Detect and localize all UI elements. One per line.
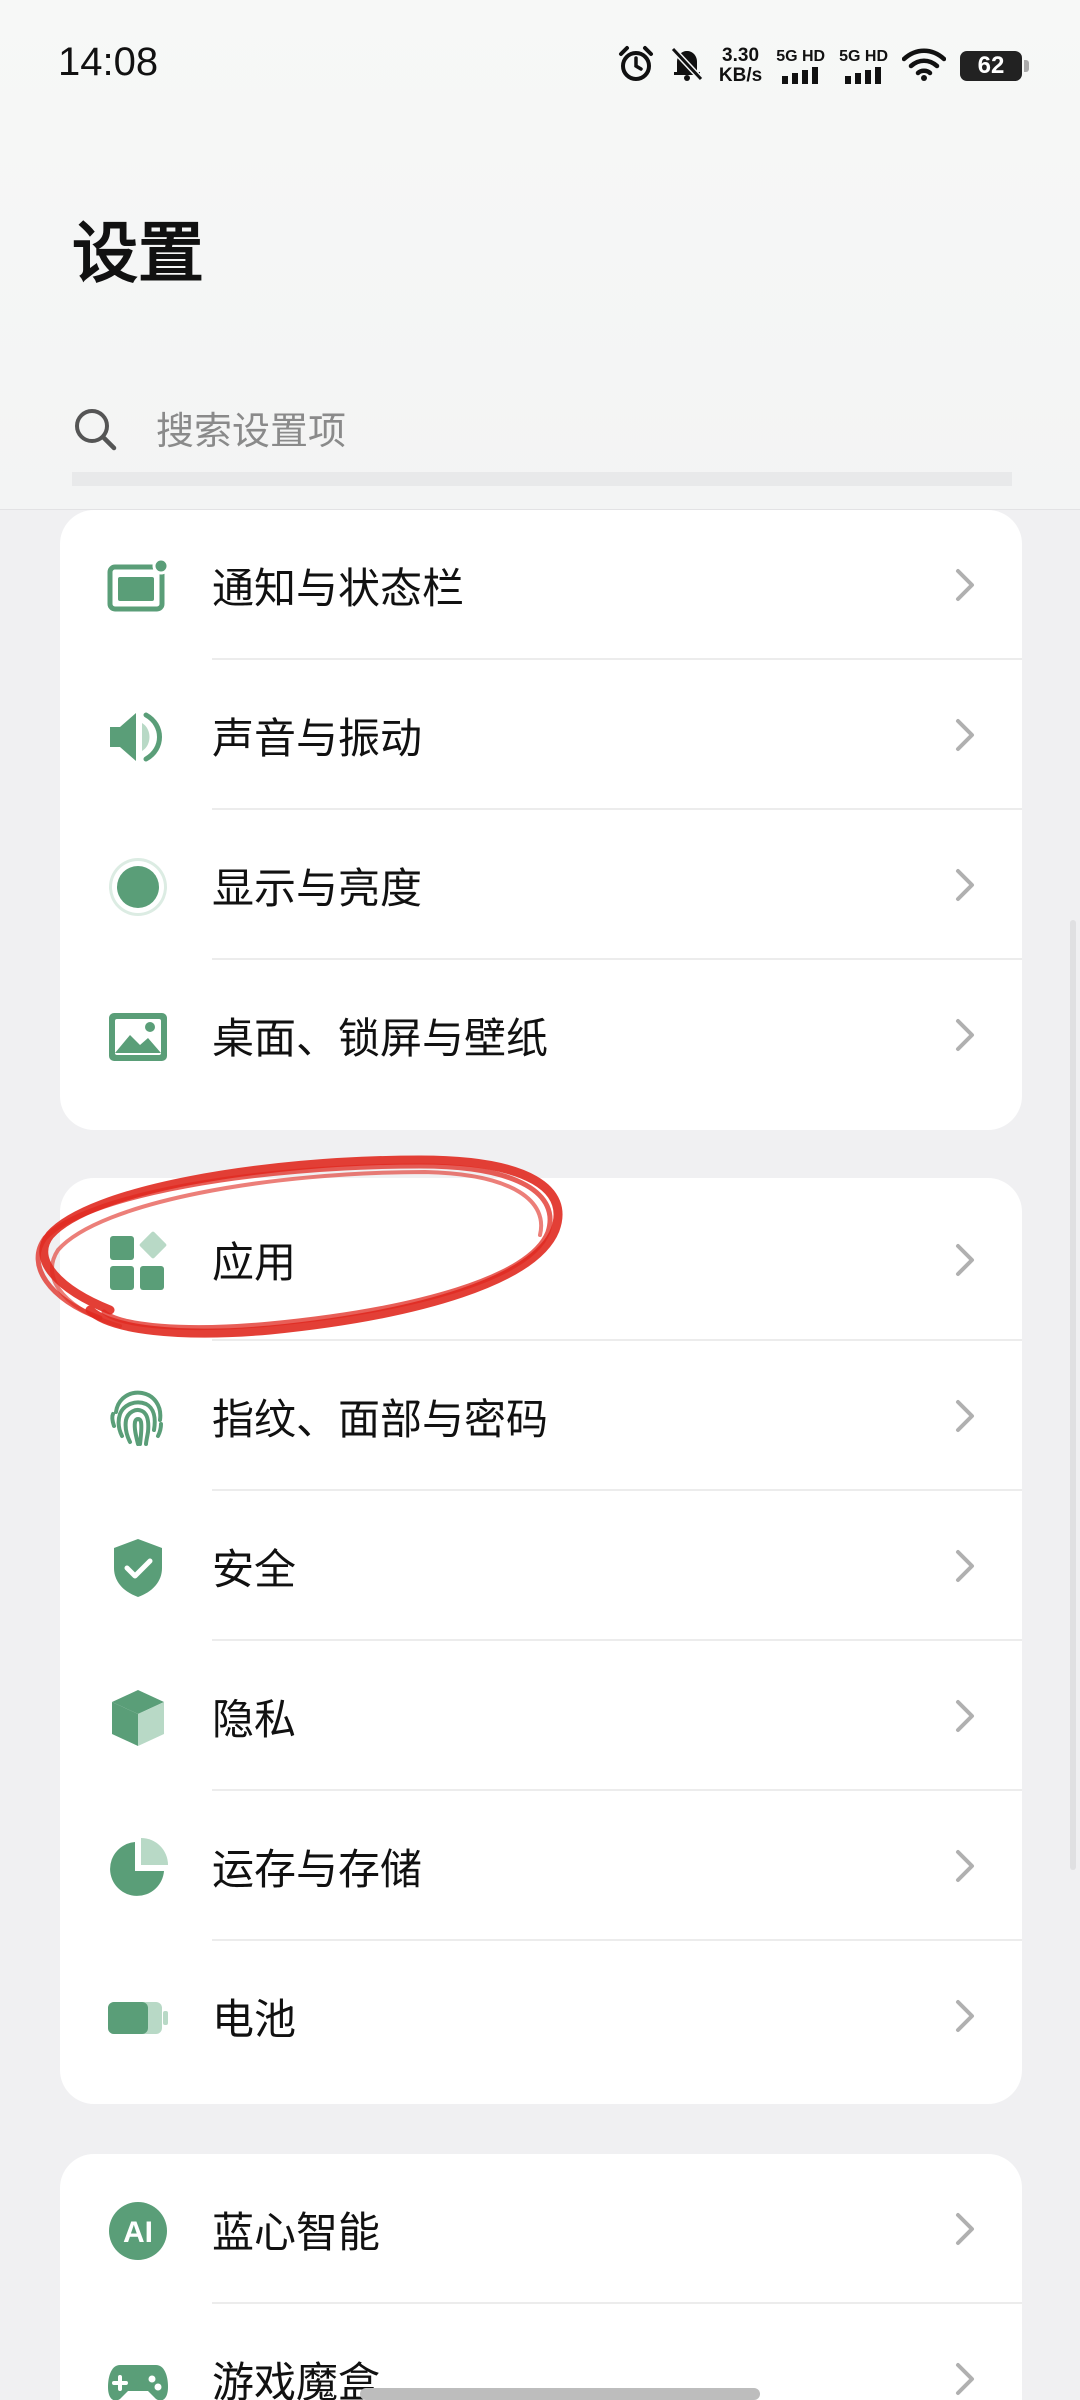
settings-item-apps[interactable]: 应用 [60,1178,1022,1341]
settings-item-notification[interactable]: 通知与状态栏 [60,510,1022,660]
search-input[interactable] [156,409,956,453]
signal-bars-icon [781,67,818,84]
chevron-right-icon [956,569,974,601]
privacy-cube-icon [106,1686,170,1750]
chevron-right-icon [956,2000,974,2032]
apps-icon [106,1230,170,1294]
chevron-right-icon [956,1400,974,1432]
chevron-right-icon [956,719,974,751]
settings-item-wallpaper[interactable]: 桌面、锁屏与壁纸 [60,960,1022,1110]
sim1-label: 5G HD [776,48,826,65]
sim2-label: 5G HD [839,48,888,65]
ai-icon: AI [106,2199,170,2263]
settings-group-2: 应用 指纹、面部与密码 安全 隐私 运存与存储 电池 [60,1178,1022,2104]
wifi-icon [901,47,947,85]
settings-item-storage[interactable]: 运存与存储 [60,1791,1022,1941]
scrollbar[interactable] [1070,920,1076,1870]
chevron-right-icon [956,1850,974,1882]
settings-item-ai[interactable]: AI 蓝心智能 [60,2154,1022,2304]
storage-pie-icon [106,1836,170,1900]
status-time: 14:08 [58,40,159,84]
page-title: 设置 [72,215,204,292]
search-bar[interactable] [72,390,1012,486]
settings-item-label: 通知与状态栏 [212,563,465,613]
alarm-icon [617,45,655,87]
wallpaper-icon [106,1005,170,1069]
network-speed: 3.30 KB/s [719,46,762,86]
settings-item-label: 运存与存储 [212,1844,423,1894]
settings-item-fingerprint[interactable]: 指纹、面部与密码 [60,1341,1022,1491]
status-icons: 3.30 KB/s 5G HD 5G HD 62 [617,44,1029,88]
home-indicator[interactable] [360,2388,760,2400]
settings-item-label: 安全 [212,1544,297,1594]
chevron-right-icon [956,869,974,901]
chevron-right-icon [956,1700,974,1732]
settings-item-label: 游戏魔盒 [212,2357,381,2400]
speaker-icon [106,705,170,769]
settings-item-display[interactable]: 显示与亮度 [60,810,1022,960]
status-bar: 14:08 3.30 KB/s 5G HD 5G HD 62 [0,0,1080,130]
settings-item-label: 桌面、锁屏与壁纸 [212,1013,549,1063]
shield-icon [106,1536,170,1600]
settings-item-security[interactable]: 安全 [60,1491,1022,1641]
settings-item-sound[interactable]: 声音与振动 [60,660,1022,810]
settings-item-label: 隐私 [212,1694,297,1744]
signal-bars-icon [844,67,881,84]
display-icon [106,855,170,919]
settings-item-privacy[interactable]: 隐私 [60,1641,1022,1791]
settings-item-battery[interactable]: 电池 [60,1941,1022,2091]
settings-item-game[interactable]: 游戏魔盒 [60,2304,1022,2400]
chevron-right-icon [956,1550,974,1582]
settings-item-label: 电池 [212,1994,297,2044]
sim2-signal: 5G HD [839,48,888,84]
mute-bell-icon [669,45,705,87]
settings-item-label: 声音与振动 [212,713,423,763]
sim1-signal: 5G HD [776,48,825,84]
fingerprint-icon [106,1386,170,1450]
settings-item-label: 蓝心智能 [212,2207,381,2257]
chevron-right-icon [956,1019,974,1051]
settings-item-label: 指纹、面部与密码 [212,1394,549,1444]
settings-group-3: AI 蓝心智能 游戏魔盒 [60,2154,1022,2400]
net-speed-unit: KB/s [718,65,763,86]
settings-item-label: 应用 [212,1238,297,1287]
chevron-right-icon [956,2363,974,2395]
battery-indicator: 62 [960,51,1029,81]
svg-text:AI: AI [123,2216,153,2249]
notification-icon [106,555,170,619]
battery-icon [106,1986,170,2050]
gamepad-icon [106,2349,170,2400]
chevron-right-icon [956,1244,974,1276]
settings-group-1: 通知与状态栏 声音与振动 显示与亮度 桌面、锁屏与壁纸 [60,510,1022,1130]
settings-item-label: 显示与亮度 [212,863,423,913]
net-speed-value: 3.30 [722,45,760,66]
search-icon [72,406,118,456]
chevron-right-icon [956,2213,974,2245]
